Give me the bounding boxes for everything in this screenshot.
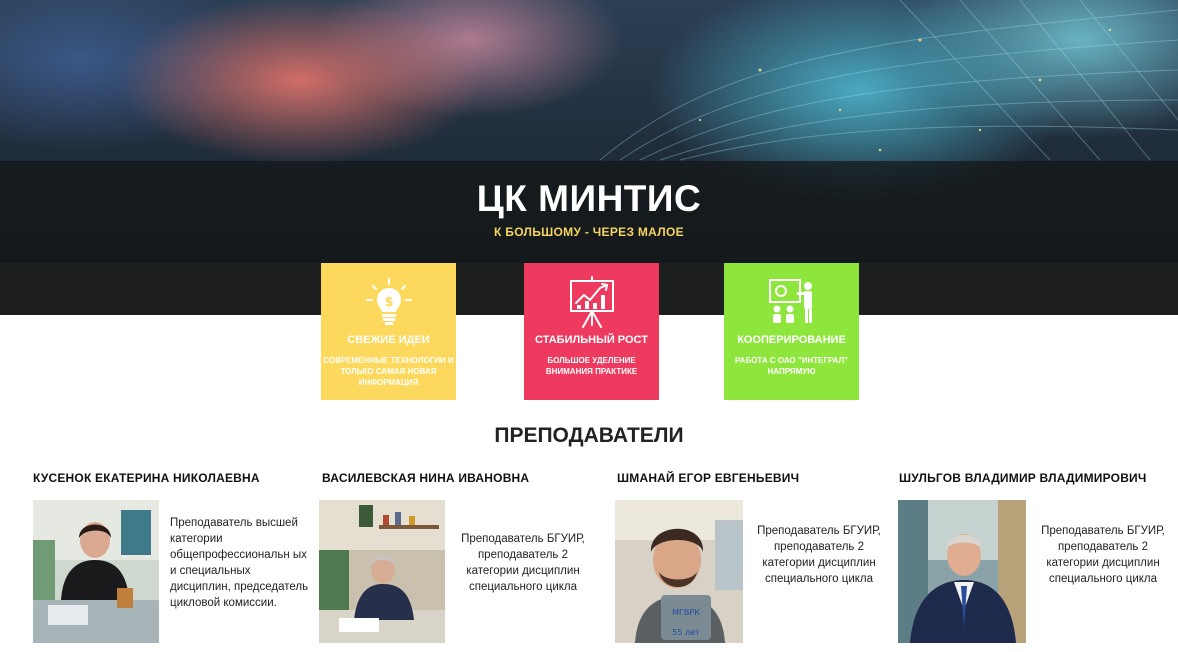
lightbulb-dollar-icon: $: [321, 273, 456, 331]
feature-card-fresh-ideas: $ СВЕЖИЕ ИДЕИ СОВРЕМЕННЫЕ ТЕХНОЛОГИИ И Т…: [321, 263, 456, 400]
svg-text:МГВРК: МГВРК: [672, 608, 700, 617]
site-title: ЦК МИНТИС: [476, 178, 702, 219]
growth-chart-icon: [524, 273, 659, 331]
presentation-team-icon: [724, 273, 859, 331]
teacher-name: ВАСИЛЕВСКАЯ НИНА ИВАНОВНА: [322, 471, 530, 485]
teacher-name: ШМАНАЙ ЕГОР ЕВГЕНЬЕВИЧ: [617, 471, 800, 485]
feature-description: РАБОТА С ОАО "ИНТЕГРАЛ" НАПРЯМУЮ: [735, 356, 848, 376]
feature-description: БОЛЬШОЕ УДЕЛЕНИЕ ВНИМАНИЯ ПРАКТИКЕ: [545, 356, 638, 376]
feature-card-cooperation: КООПЕРИРОВАНИЕ РАБОТА С ОАО "ИНТЕГРАЛ" Н…: [724, 263, 859, 400]
teacher-description: Преподаватель БГУИР, преподаватель 2 кат…: [757, 525, 881, 585]
teacher-description: Преподаватель БГУИР, преподаватель 2 кат…: [461, 533, 585, 593]
feature-description: СОВРЕМЕННЫЕ ТЕХНОЛОГИИ И ТОЛЬКО САМАЯ НО…: [323, 356, 454, 387]
teachers-section-title: ПРЕПОДАВАТЕЛИ: [494, 424, 684, 447]
feature-title: СВЕЖИЕ ИДЕИ: [347, 334, 430, 346]
feature-card-stable-growth: СТАБИЛЬНЫЙ РОСТ БОЛЬШОЕ УДЕЛЕНИЕ ВНИМАНИ…: [524, 263, 659, 400]
teacher-photo: [33, 500, 159, 643]
site-tagline: К БОЛЬШОМУ - ЧЕРЕЗ МАЛОЕ: [494, 225, 684, 239]
teacher-description: Преподаватель БГУИР, преподаватель 2 кат…: [1041, 525, 1165, 585]
teacher-photo: [319, 500, 445, 643]
teacher-photo: МГВРК 55 лет: [615, 500, 743, 643]
svg-text:$: $: [384, 295, 393, 310]
teacher-name: ШУЛЬГОВ ВЛАДИМИР ВЛАДИМИРОВИЧ: [899, 471, 1147, 485]
teacher-name: КУСЕНОК ЕКАТЕРИНА НИКОЛАЕВНА: [33, 471, 260, 485]
feature-title: СТАБИЛЬНЫЙ РОСТ: [535, 334, 648, 346]
teacher-photo: [898, 500, 1026, 643]
feature-title: КООПЕРИРОВАНИЕ: [737, 334, 846, 346]
teacher-description: Преподаватель высшей категории общепрофе…: [170, 517, 309, 609]
svg-text:55 лет: 55 лет: [672, 628, 700, 637]
